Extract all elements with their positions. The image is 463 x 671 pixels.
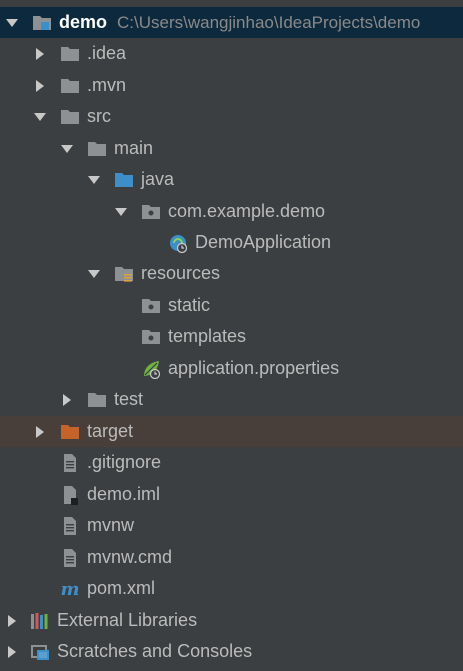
tree-row-demo-iml[interactable]: demo.iml: [0, 479, 463, 510]
tree-item-label: .gitignore: [87, 452, 162, 472]
excluded-folder-icon: [60, 422, 80, 442]
chevron-down-icon[interactable]: [88, 268, 100, 280]
tree-row-java[interactable]: java: [0, 164, 463, 195]
tree-row-resources[interactable]: resources: [0, 258, 463, 289]
tree-item-label: main: [114, 138, 154, 158]
chevron-right-icon[interactable]: [34, 79, 46, 92]
module-folder-icon: [32, 13, 52, 33]
chevron-right-icon[interactable]: [34, 47, 46, 60]
package-icon: [141, 202, 161, 222]
tree-row-target[interactable]: target: [0, 416, 463, 447]
chevron-down-icon[interactable]: [6, 17, 18, 29]
libraries-icon: [30, 611, 50, 631]
folder-icon: [60, 76, 80, 96]
tree-item-label: mvnw.cmd: [87, 547, 173, 567]
package-icon: [141, 296, 161, 316]
tree-item-label: demo.iml: [87, 484, 161, 504]
chevron-down-icon[interactable]: [88, 174, 100, 186]
tree-row-src[interactable]: src: [0, 101, 463, 132]
folder-icon: [60, 107, 80, 127]
project-path: C:\Users\wangjinhao\IdeaProjects\demo: [117, 13, 421, 32]
tree-item-label: Scratches and Consoles: [57, 641, 253, 661]
project-name: demo: [59, 12, 108, 32]
tree-row-application-properties[interactable]: application.properties: [0, 353, 463, 384]
project-tree: demo C:\Users\wangjinhao\IdeaProjects\de…: [0, 0, 463, 671]
tree-item-label: mvnw: [87, 515, 135, 535]
tree-row-mvnw-cmd[interactable]: mvnw.cmd: [0, 542, 463, 573]
tree-row-main[interactable]: main: [0, 133, 463, 164]
tree-row-external-libraries[interactable]: External Libraries: [0, 605, 463, 636]
chevron-down-icon[interactable]: [115, 206, 127, 218]
svg-text:m: m: [60, 579, 79, 599]
folder-icon: [87, 139, 107, 159]
tree-item-label: test: [114, 389, 144, 409]
chevron-right-icon[interactable]: [61, 393, 73, 406]
spring-properties-icon: [141, 359, 161, 379]
text-file-icon: [60, 453, 80, 473]
chevron-down-icon[interactable]: [34, 111, 46, 123]
text-file-icon: [60, 548, 80, 568]
tree-row-pom-xml[interactable]: m pom.xml: [0, 573, 463, 604]
source-folder-icon: [114, 170, 134, 190]
tree-row-mvnw[interactable]: mvnw: [0, 510, 463, 541]
tree-row-scratches[interactable]: Scratches and Consoles: [0, 636, 463, 667]
chevron-right-icon[interactable]: [6, 645, 18, 658]
tree-item-label: application.properties: [168, 358, 340, 378]
tree-row-test[interactable]: test: [0, 384, 463, 415]
tree-item-label: pom.xml: [87, 578, 156, 598]
tree-item-label: static: [168, 295, 211, 315]
tree-item-label: External Libraries: [57, 610, 198, 630]
tree-item-label: java: [141, 169, 175, 189]
tree-row-mvn[interactable]: .mvn: [0, 70, 463, 101]
spring-boot-class-icon: [168, 233, 188, 253]
tree-item-label: templates: [168, 326, 247, 346]
chevron-right-icon[interactable]: [34, 425, 46, 438]
tree-row-templates[interactable]: templates: [0, 321, 463, 352]
tree-item-label: target: [87, 421, 134, 441]
module-file-icon: [60, 485, 80, 505]
maven-m-icon: m: [60, 579, 80, 599]
package-icon: [141, 327, 161, 347]
tree-item-label: resources: [141, 263, 221, 283]
folder-icon: [60, 44, 80, 64]
chevron-down-icon[interactable]: [61, 143, 73, 155]
tree-row-project-root[interactable]: demo C:\Users\wangjinhao\IdeaProjects\de…: [0, 7, 463, 38]
tree-item-label: com.example.demo: [168, 201, 326, 221]
text-file-icon: [60, 516, 80, 536]
tree-row-demo-application[interactable]: DemoApplication: [0, 227, 463, 258]
tree-row-idea[interactable]: .idea: [0, 38, 463, 69]
tree-item-label: DemoApplication: [195, 232, 332, 252]
tree-item-label: .idea: [87, 43, 127, 63]
tree-row-package[interactable]: com.example.demo: [0, 196, 463, 227]
tree-item-label: .mvn: [87, 75, 127, 95]
tree-row-static[interactable]: static: [0, 290, 463, 321]
scratches-icon: [30, 642, 50, 662]
tree-row-gitignore[interactable]: .gitignore: [0, 447, 463, 478]
chevron-right-icon[interactable]: [6, 614, 18, 627]
resources-folder-icon: [114, 264, 134, 284]
folder-icon: [87, 390, 107, 410]
tree-item-label: src: [87, 106, 111, 126]
